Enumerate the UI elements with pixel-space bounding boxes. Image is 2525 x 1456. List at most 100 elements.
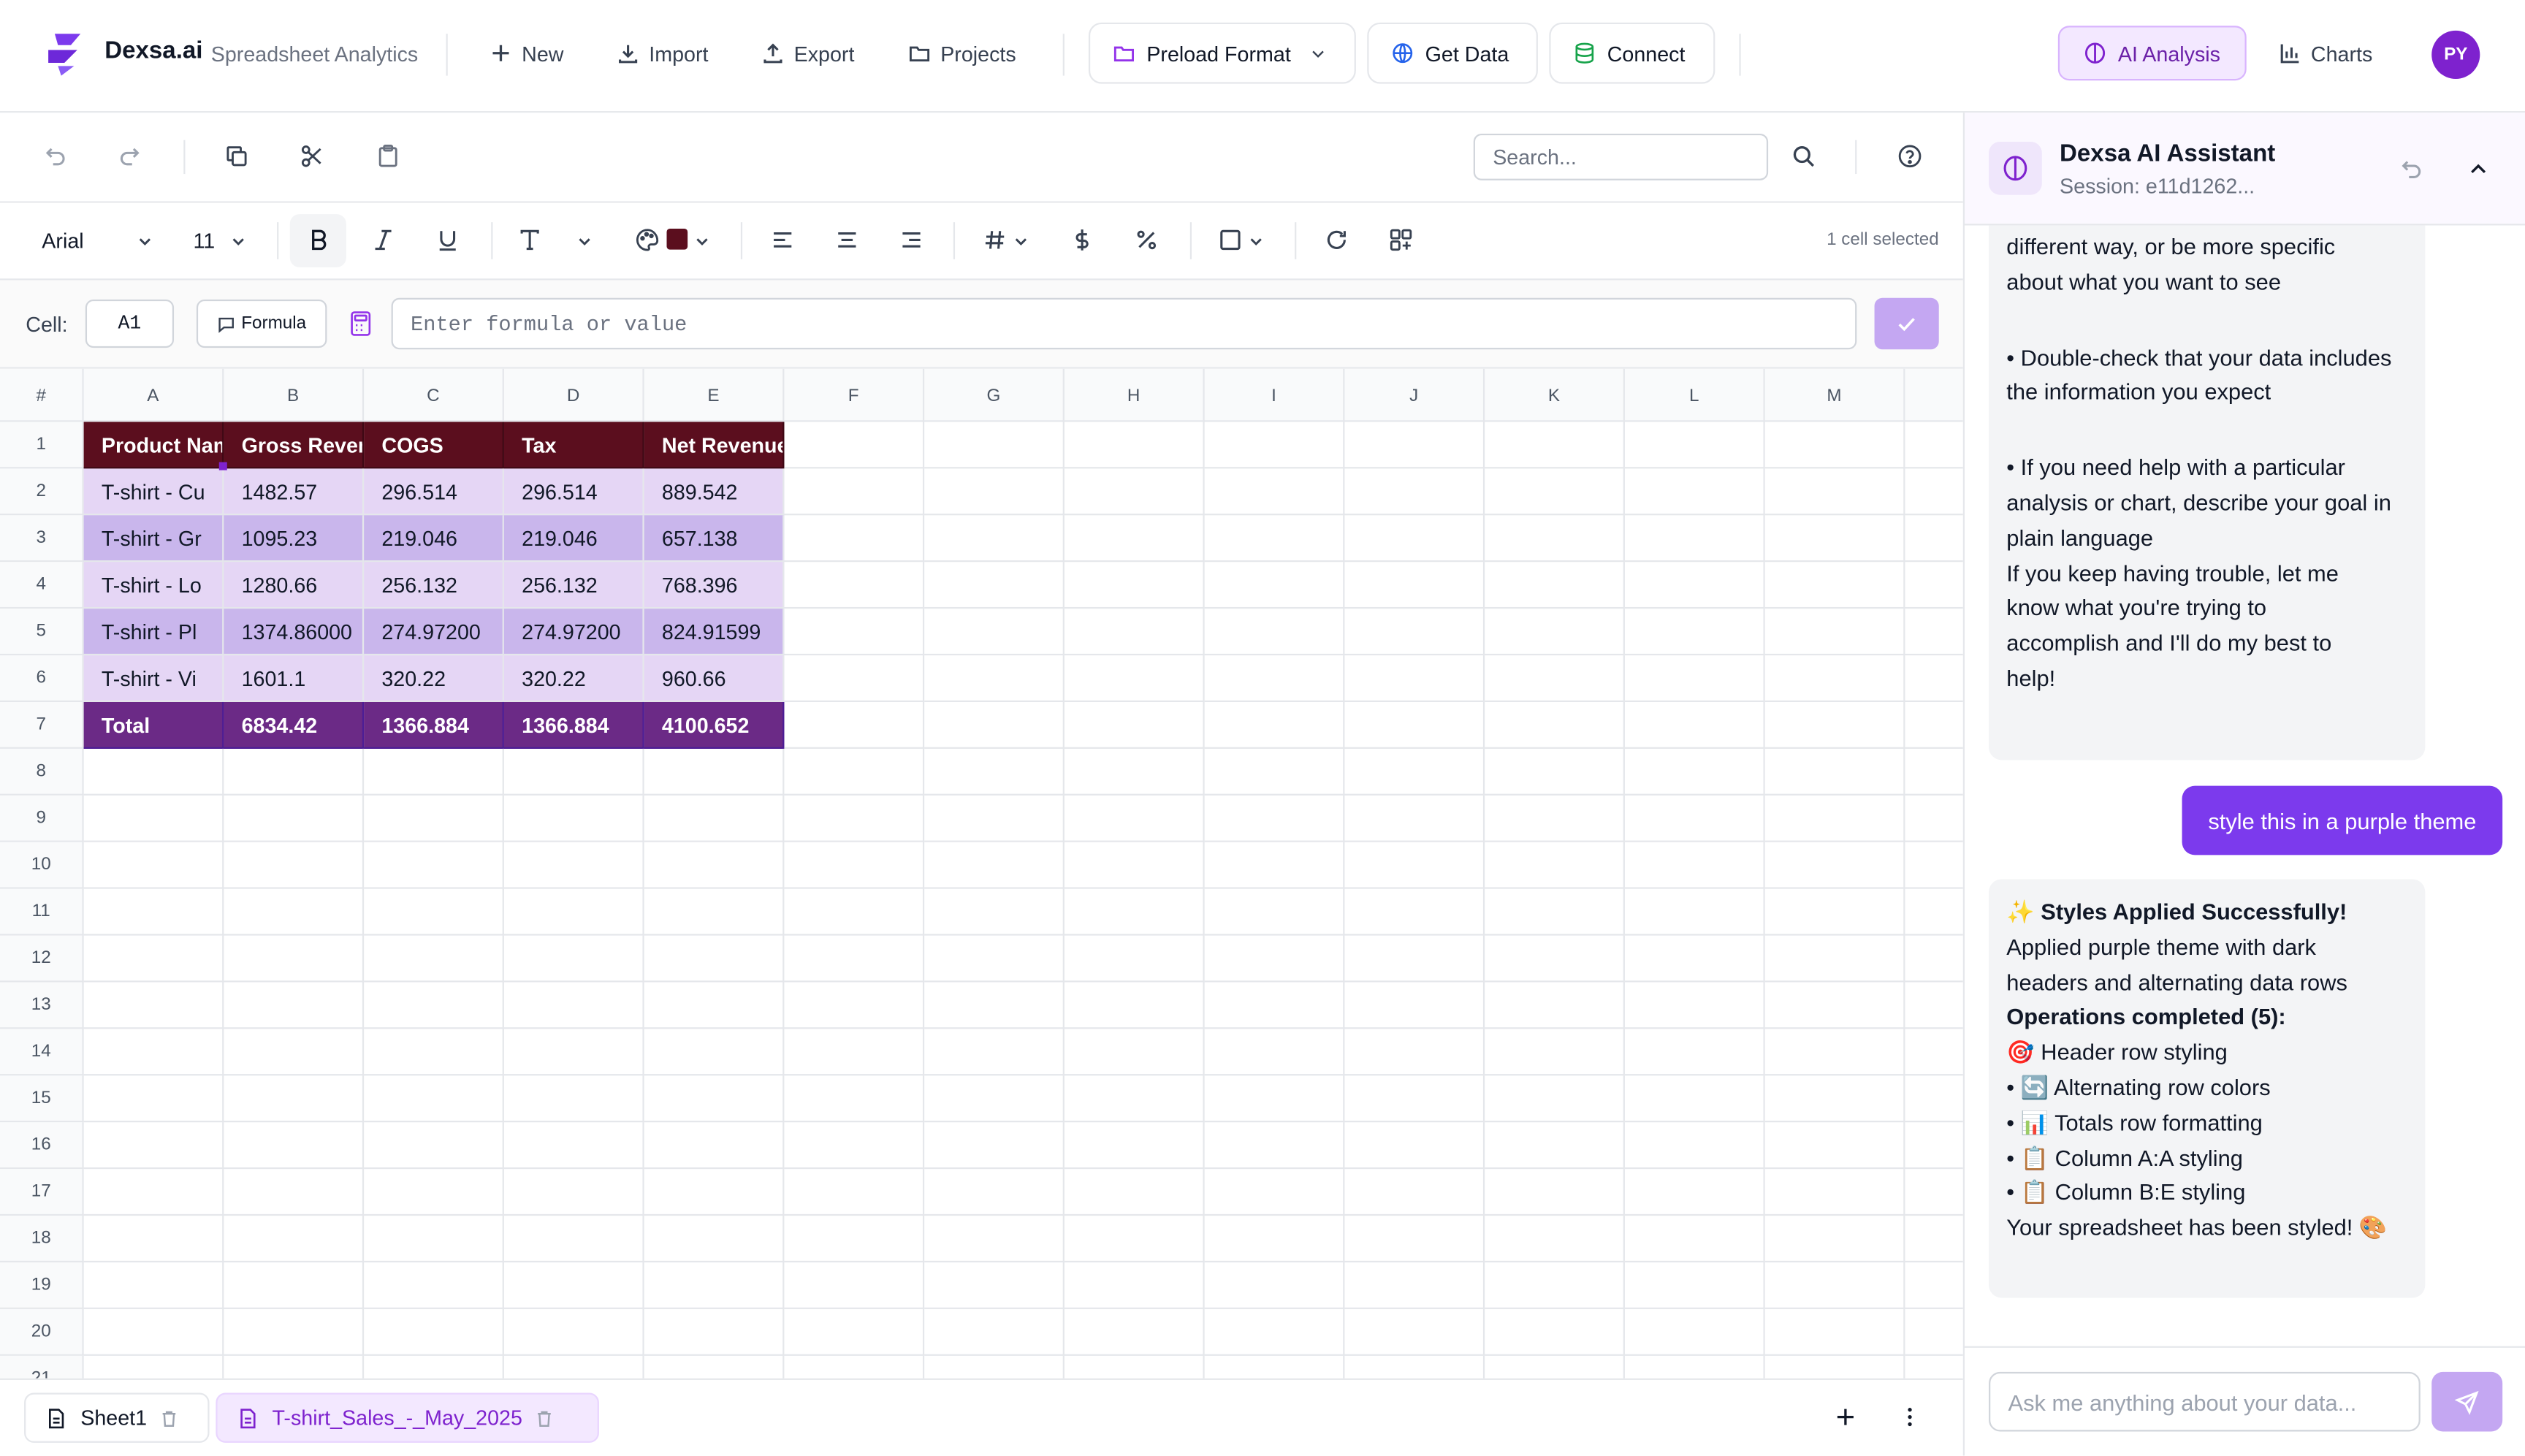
grid-cell[interactable] bbox=[1764, 701, 1905, 749]
grid-cell[interactable] bbox=[1064, 842, 1205, 889]
grid-cell[interactable] bbox=[924, 655, 1065, 702]
grid-cell[interactable] bbox=[784, 1169, 925, 1216]
grid-cell[interactable] bbox=[784, 422, 925, 469]
grid-cell[interactable] bbox=[224, 1308, 365, 1356]
grid-cell[interactable] bbox=[224, 1355, 365, 1379]
column-header[interactable]: B bbox=[224, 368, 365, 422]
grid-cell[interactable] bbox=[1624, 935, 1765, 983]
grid-cell[interactable] bbox=[364, 1308, 504, 1356]
grid-cell[interactable] bbox=[83, 795, 224, 842]
grid-cell[interactable]: 274.97200 bbox=[503, 609, 644, 656]
grid-cell[interactable] bbox=[1064, 982, 1205, 1029]
row-header[interactable]: 15 bbox=[0, 1075, 84, 1123]
collapse-panel-button[interactable] bbox=[2465, 156, 2491, 182]
row-header[interactable]: 10 bbox=[0, 842, 84, 889]
grid-cell[interactable] bbox=[364, 888, 504, 936]
column-header[interactable]: H bbox=[1065, 368, 1205, 422]
grid-cell[interactable] bbox=[1764, 1122, 1905, 1170]
grid-cell[interactable] bbox=[1344, 748, 1485, 796]
grid-cell[interactable] bbox=[1064, 935, 1205, 983]
grid-cell[interactable] bbox=[1204, 1262, 1345, 1309]
grid-cell[interactable] bbox=[1204, 655, 1345, 702]
grid-cell[interactable] bbox=[1064, 1308, 1205, 1356]
grid-cell[interactable] bbox=[1485, 935, 1625, 983]
grid-cell[interactable] bbox=[504, 1355, 644, 1379]
row-header[interactable]: 6 bbox=[0, 655, 84, 702]
grid-cell[interactable] bbox=[924, 468, 1065, 516]
grid-cell[interactable] bbox=[1344, 842, 1485, 889]
grid-cell[interactable] bbox=[503, 1075, 644, 1123]
grid-cell[interactable] bbox=[503, 842, 644, 889]
grid-cell[interactable] bbox=[224, 1216, 365, 1263]
row-header[interactable]: 4 bbox=[0, 562, 84, 609]
add-sheet-button[interactable] bbox=[1832, 1404, 1858, 1430]
grid-cell[interactable] bbox=[784, 1029, 925, 1076]
grid-cell[interactable]: 824.91599 bbox=[644, 609, 785, 656]
grid-cell[interactable] bbox=[784, 468, 925, 516]
grid-cell[interactable] bbox=[224, 1122, 365, 1170]
borders-button[interactable] bbox=[1217, 227, 1243, 253]
grid-cell[interactable] bbox=[224, 1262, 365, 1309]
text-type-button[interactable] bbox=[517, 227, 543, 253]
grid-cell[interactable]: Tax bbox=[503, 422, 644, 469]
grid-cell[interactable] bbox=[644, 1262, 785, 1309]
grid-cell[interactable] bbox=[364, 1355, 504, 1379]
grid-cell[interactable] bbox=[924, 935, 1065, 983]
ai-analysis-button[interactable]: AI Analysis bbox=[2057, 26, 2247, 81]
grid-cell[interactable] bbox=[1485, 655, 1625, 702]
trash-icon[interactable] bbox=[536, 1408, 555, 1427]
grid-cell[interactable] bbox=[1905, 749, 1963, 796]
column-header[interactable]: K bbox=[1485, 368, 1625, 422]
grid-cell[interactable]: T-shirt - Gr bbox=[83, 515, 224, 563]
currency-format-button[interactable] bbox=[1070, 227, 1095, 253]
grid-cell[interactable] bbox=[1204, 842, 1345, 889]
grid-cell[interactable] bbox=[1764, 748, 1905, 796]
grid-cell[interactable] bbox=[1905, 1309, 1963, 1356]
grid-cell[interactable]: 1366.884 bbox=[503, 701, 644, 749]
grid-cell[interactable] bbox=[1204, 1029, 1345, 1076]
grid-cell[interactable] bbox=[224, 888, 365, 936]
column-header[interactable]: A bbox=[84, 368, 224, 422]
new-button[interactable]: New bbox=[490, 35, 563, 70]
spreadsheet-grid[interactable]: # ABCDEFGHIJKLM 1Product NameGross Reven… bbox=[0, 368, 1963, 1379]
row-header[interactable]: 13 bbox=[0, 982, 84, 1029]
grid-cell[interactable] bbox=[1905, 1356, 1962, 1379]
grid-cell[interactable]: T-shirt - Lo bbox=[83, 562, 224, 609]
grid-cell[interactable] bbox=[784, 1355, 925, 1379]
charts-button[interactable]: Charts bbox=[2279, 35, 2372, 70]
grid-cell[interactable] bbox=[1905, 562, 1963, 609]
grid-cell[interactable]: 4100.652 bbox=[644, 701, 785, 749]
grid-cell[interactable] bbox=[784, 748, 925, 796]
column-header[interactable]: C bbox=[364, 368, 504, 422]
grid-cell[interactable] bbox=[644, 842, 785, 889]
grid-cell[interactable] bbox=[644, 1029, 785, 1076]
grid-cell[interactable]: 1280.66 bbox=[224, 562, 365, 609]
grid-cell[interactable] bbox=[83, 1169, 224, 1216]
grid-cell[interactable] bbox=[224, 1169, 365, 1216]
row-header[interactable]: 1 bbox=[0, 422, 84, 469]
grid-cell[interactable]: 1601.1 bbox=[224, 655, 365, 702]
grid-cell[interactable] bbox=[1764, 1075, 1905, 1123]
grid-cell[interactable] bbox=[784, 842, 925, 889]
grid-cell[interactable]: 6834.42 bbox=[224, 701, 365, 749]
grid-cell[interactable] bbox=[1064, 701, 1205, 749]
grid-cell[interactable] bbox=[1344, 422, 1485, 469]
formula-button[interactable]: Formula bbox=[196, 299, 327, 348]
refresh-button[interactable] bbox=[1324, 227, 1349, 253]
grid-cell[interactable] bbox=[1624, 701, 1765, 749]
grid-cell[interactable]: 296.514 bbox=[503, 468, 644, 516]
grid-cell[interactable] bbox=[1764, 795, 1905, 842]
column-header[interactable]: I bbox=[1205, 368, 1345, 422]
grid-cell[interactable] bbox=[1905, 1075, 1963, 1123]
grid-cell[interactable] bbox=[1204, 1308, 1345, 1356]
grid-cell[interactable] bbox=[784, 1308, 925, 1356]
grid-cell[interactable] bbox=[83, 982, 224, 1029]
grid-cell[interactable] bbox=[1485, 1216, 1625, 1263]
import-button[interactable]: Import bbox=[617, 35, 708, 70]
grid-cell[interactable] bbox=[1764, 982, 1905, 1029]
grid-cell[interactable] bbox=[1905, 796, 1963, 842]
row-header[interactable]: 9 bbox=[0, 795, 84, 842]
user-avatar[interactable]: PY bbox=[2431, 30, 2480, 80]
grid-cell[interactable] bbox=[503, 888, 644, 936]
grid-cell[interactable] bbox=[364, 1216, 504, 1263]
